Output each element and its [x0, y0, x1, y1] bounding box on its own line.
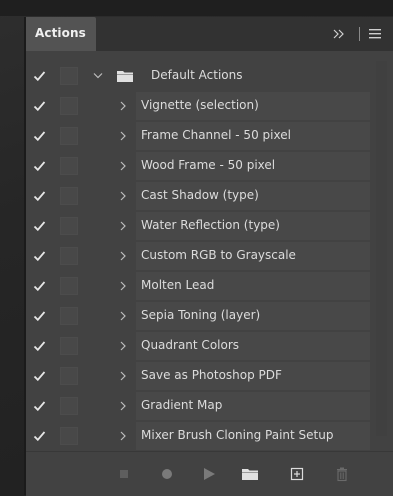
- action-row[interactable]: Cast Shadow (type): [26, 181, 393, 211]
- actions-panel: Actions Default Actions Vignette (select…: [26, 17, 393, 496]
- action-label: Frame Channel - 50 pixel: [141, 128, 291, 142]
- toggle-item-check-icon[interactable]: [33, 100, 46, 112]
- chevron-right-icon[interactable]: [119, 251, 127, 261]
- action-label: Quadrant Colors: [141, 338, 240, 352]
- toggle-item-check-icon[interactable]: [33, 310, 46, 322]
- action-row[interactable]: Molten Lead: [26, 271, 393, 301]
- action-row[interactable]: Frame Channel - 50 pixel: [26, 121, 393, 151]
- toggle-dialog-box[interactable]: [60, 67, 78, 85]
- toggle-dialog-box[interactable]: [60, 397, 78, 415]
- toggle-item-check-icon[interactable]: [33, 220, 46, 232]
- chevron-right-icon[interactable]: [119, 401, 127, 411]
- collapse-panel-button[interactable]: [332, 25, 346, 43]
- play-icon[interactable]: [201, 466, 217, 482]
- toggle-dialog-box[interactable]: [60, 217, 78, 235]
- toggle-item-check-icon[interactable]: [33, 160, 46, 172]
- action-label: Wood Frame - 50 pixel: [141, 158, 276, 172]
- action-label: Water Reflection (type): [141, 218, 280, 232]
- action-row[interactable]: Gradient Map: [26, 391, 393, 421]
- toggle-dialog-box[interactable]: [60, 307, 78, 325]
- action-set-row[interactable]: Default Actions: [26, 61, 393, 91]
- workspace-top-band: [0, 0, 393, 16]
- action-row[interactable]: Custom RGB to Grayscale: [26, 241, 393, 271]
- action-label: Molten Lead: [141, 278, 215, 292]
- toggle-dialog-box[interactable]: [60, 427, 78, 445]
- toggle-item-check-icon[interactable]: [33, 340, 46, 352]
- action-label: Save as Photoshop PDF: [141, 368, 282, 382]
- toggle-item-check-icon[interactable]: [33, 70, 46, 82]
- action-row[interactable]: Mixer Brush Cloning Paint Setup: [26, 421, 393, 451]
- chevron-right-icon[interactable]: [119, 431, 127, 441]
- action-label: Gradient Map: [141, 398, 223, 412]
- action-row[interactable]: Wood Frame - 50 pixel: [26, 151, 393, 181]
- action-label: Vignette (selection): [141, 98, 259, 112]
- chevron-right-icon[interactable]: [119, 101, 127, 111]
- actions-list: Default Actions Vignette (selection) Fra…: [26, 61, 393, 451]
- panel-header: Actions: [26, 17, 393, 51]
- toggle-item-check-icon[interactable]: [33, 430, 46, 442]
- toggle-dialog-box[interactable]: [60, 367, 78, 385]
- hamburger-menu-icon: [369, 29, 381, 39]
- tab-actions-label: Actions: [35, 26, 86, 40]
- action-row[interactable]: Vignette (selection): [26, 91, 393, 121]
- action-row[interactable]: Quadrant Colors: [26, 331, 393, 361]
- toggle-dialog-box[interactable]: [60, 337, 78, 355]
- toggle-item-check-icon[interactable]: [33, 250, 46, 262]
- chevron-right-icon[interactable]: [119, 311, 127, 321]
- chevron-down-icon[interactable]: [93, 72, 103, 80]
- action-label: Sepia Toning (layer): [141, 308, 261, 322]
- action-label: Mixer Brush Cloning Paint Setup: [141, 428, 334, 442]
- record-icon[interactable]: [159, 466, 175, 482]
- chevron-right-icon[interactable]: [119, 131, 127, 141]
- toggle-dialog-box[interactable]: [60, 157, 78, 175]
- action-row[interactable]: Save as Photoshop PDF: [26, 361, 393, 391]
- tab-actions[interactable]: Actions: [26, 17, 96, 51]
- toggle-item-check-icon[interactable]: [33, 370, 46, 382]
- action-row[interactable]: Sepia Toning (layer): [26, 301, 393, 331]
- stop-icon[interactable]: [116, 466, 132, 482]
- action-label: Custom RGB to Grayscale: [141, 248, 296, 262]
- toggle-dialog-box[interactable]: [60, 187, 78, 205]
- trash-icon[interactable]: [334, 466, 350, 482]
- toggle-item-check-icon[interactable]: [33, 280, 46, 292]
- action-label: Cast Shadow (type): [141, 188, 259, 202]
- header-divider: [359, 27, 360, 41]
- chevron-right-icon[interactable]: [119, 341, 127, 351]
- action-set-label: Default Actions: [151, 68, 243, 82]
- new-action-icon[interactable]: [289, 466, 305, 482]
- new-set-folder-icon[interactable]: [241, 466, 259, 482]
- toggle-dialog-box[interactable]: [60, 97, 78, 115]
- chevron-right-icon[interactable]: [119, 281, 127, 291]
- folder-icon: [117, 71, 133, 82]
- toggle-dialog-box[interactable]: [60, 127, 78, 145]
- action-row[interactable]: Water Reflection (type): [26, 211, 393, 241]
- panel-menu-button[interactable]: [368, 25, 382, 43]
- chevron-right-icon[interactable]: [119, 161, 127, 171]
- panel-footer-toolbar: [26, 451, 393, 496]
- chevron-right-icon[interactable]: [119, 221, 127, 231]
- toggle-item-check-icon[interactable]: [33, 130, 46, 142]
- toggle-item-check-icon[interactable]: [33, 190, 46, 202]
- double-chevron-right-icon: [333, 29, 344, 39]
- toggle-dialog-box[interactable]: [60, 247, 78, 265]
- toggle-dialog-box[interactable]: [60, 277, 78, 295]
- toggle-item-check-icon[interactable]: [33, 400, 46, 412]
- chevron-right-icon[interactable]: [119, 371, 127, 381]
- chevron-right-icon[interactable]: [119, 191, 127, 201]
